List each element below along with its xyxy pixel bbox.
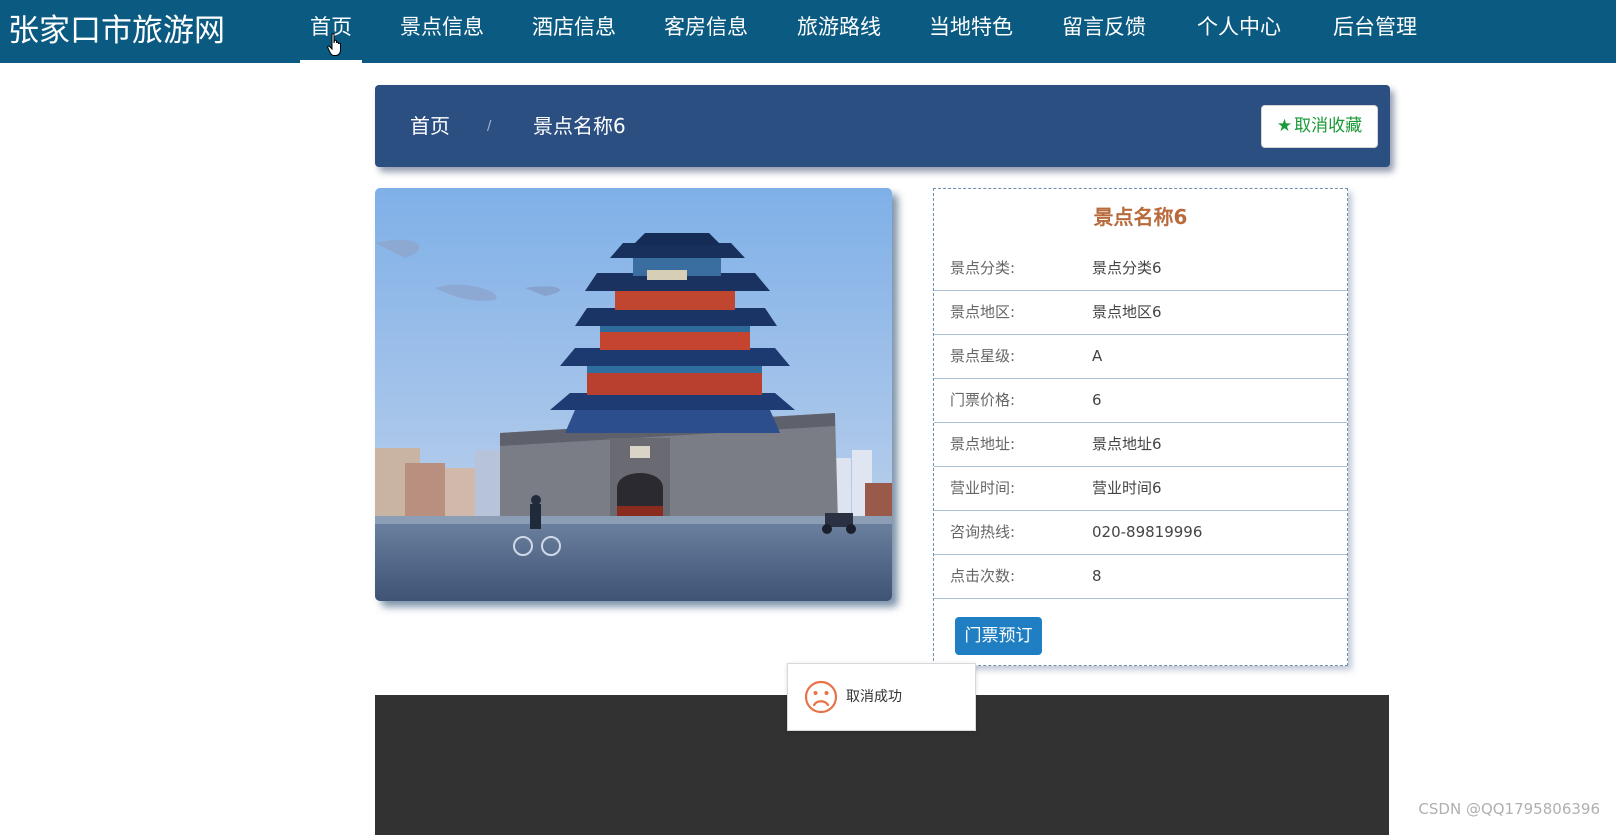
- info-value: 020-89819996: [1092, 523, 1203, 541]
- info-row-region: 景点地区: 景点地区6: [934, 291, 1347, 335]
- nav-attractions[interactable]: 景点信息: [400, 0, 484, 63]
- info-row-address: 景点地址: 景点地址6: [934, 423, 1347, 467]
- site-title[interactable]: 张家口市旅游网: [8, 6, 225, 56]
- info-row-click-count: 点击次数: 8: [934, 555, 1347, 599]
- breadcrumb-separator: /: [487, 119, 492, 134]
- info-label: 门票价格:: [950, 391, 1016, 409]
- nav-rooms[interactable]: 客房信息: [664, 0, 748, 63]
- info-label: 景点地址:: [950, 435, 1016, 453]
- toast-notification: 取消成功: [787, 663, 976, 731]
- info-label: 景点分类:: [950, 259, 1016, 277]
- info-value: 景点地区6: [1092, 303, 1162, 321]
- nav-feedback[interactable]: 留言反馈: [1062, 0, 1146, 63]
- info-row-ticket-price: 门票价格: 6: [934, 379, 1347, 423]
- hand-cursor-icon: [327, 33, 341, 56]
- attraction-photo: [375, 188, 892, 601]
- nav-hotels[interactable]: 酒店信息: [532, 0, 616, 63]
- info-label: 景点星级:: [950, 347, 1016, 365]
- info-label: 咨询热线:: [950, 523, 1016, 541]
- attraction-name: 景点名称6: [1093, 205, 1188, 229]
- nav-local-specialties[interactable]: 当地特色: [929, 0, 1013, 63]
- info-row-opening-hours: 营业时间: 营业时间6: [934, 467, 1347, 511]
- attraction-info-panel: 景点名称6 景点分类: 景点分类6 景点地区: 景点地区6 景点星级: A 门票…: [933, 188, 1348, 666]
- sad-face-icon: [804, 680, 838, 714]
- toast-message: 取消成功: [846, 689, 902, 705]
- info-value: 6: [1092, 391, 1102, 409]
- star-icon: ★: [1276, 116, 1293, 136]
- watermark: CSDN @QQ1795806396: [1418, 800, 1600, 818]
- breadcrumb: 首页 / 景点名称6 ★ 取消收藏: [375, 85, 1390, 167]
- info-row-hotline: 咨询热线: 020-89819996: [934, 511, 1347, 555]
- book-ticket-button[interactable]: 门票预订: [955, 617, 1042, 655]
- breadcrumb-current: 景点名称6: [533, 114, 626, 138]
- info-value: 景点地址6: [1092, 435, 1162, 453]
- nav-admin[interactable]: 后台管理: [1333, 0, 1417, 63]
- nav-user-center[interactable]: 个人中心: [1197, 0, 1281, 63]
- info-value: 景点分类6: [1092, 259, 1162, 277]
- info-value: 8: [1092, 567, 1102, 585]
- info-value: 营业时间6: [1092, 479, 1162, 497]
- info-label: 点击次数:: [950, 567, 1016, 585]
- info-row-category: 景点分类: 景点分类6: [934, 247, 1347, 291]
- top-navbar: 张家口市旅游网 首页 景点信息 酒店信息 客房信息 旅游路线 当地特色 留言反馈…: [0, 0, 1616, 63]
- unfavorite-button[interactable]: ★ 取消收藏: [1261, 105, 1378, 148]
- unfavorite-label: 取消收藏: [1294, 116, 1363, 136]
- info-value: A: [1092, 347, 1103, 365]
- info-label: 营业时间:: [950, 479, 1016, 497]
- breadcrumb-home[interactable]: 首页: [410, 85, 450, 167]
- info-row-rating: 景点星级: A: [934, 335, 1347, 379]
- info-label: 景点地区:: [950, 303, 1016, 321]
- nav-routes[interactable]: 旅游路线: [797, 0, 881, 63]
